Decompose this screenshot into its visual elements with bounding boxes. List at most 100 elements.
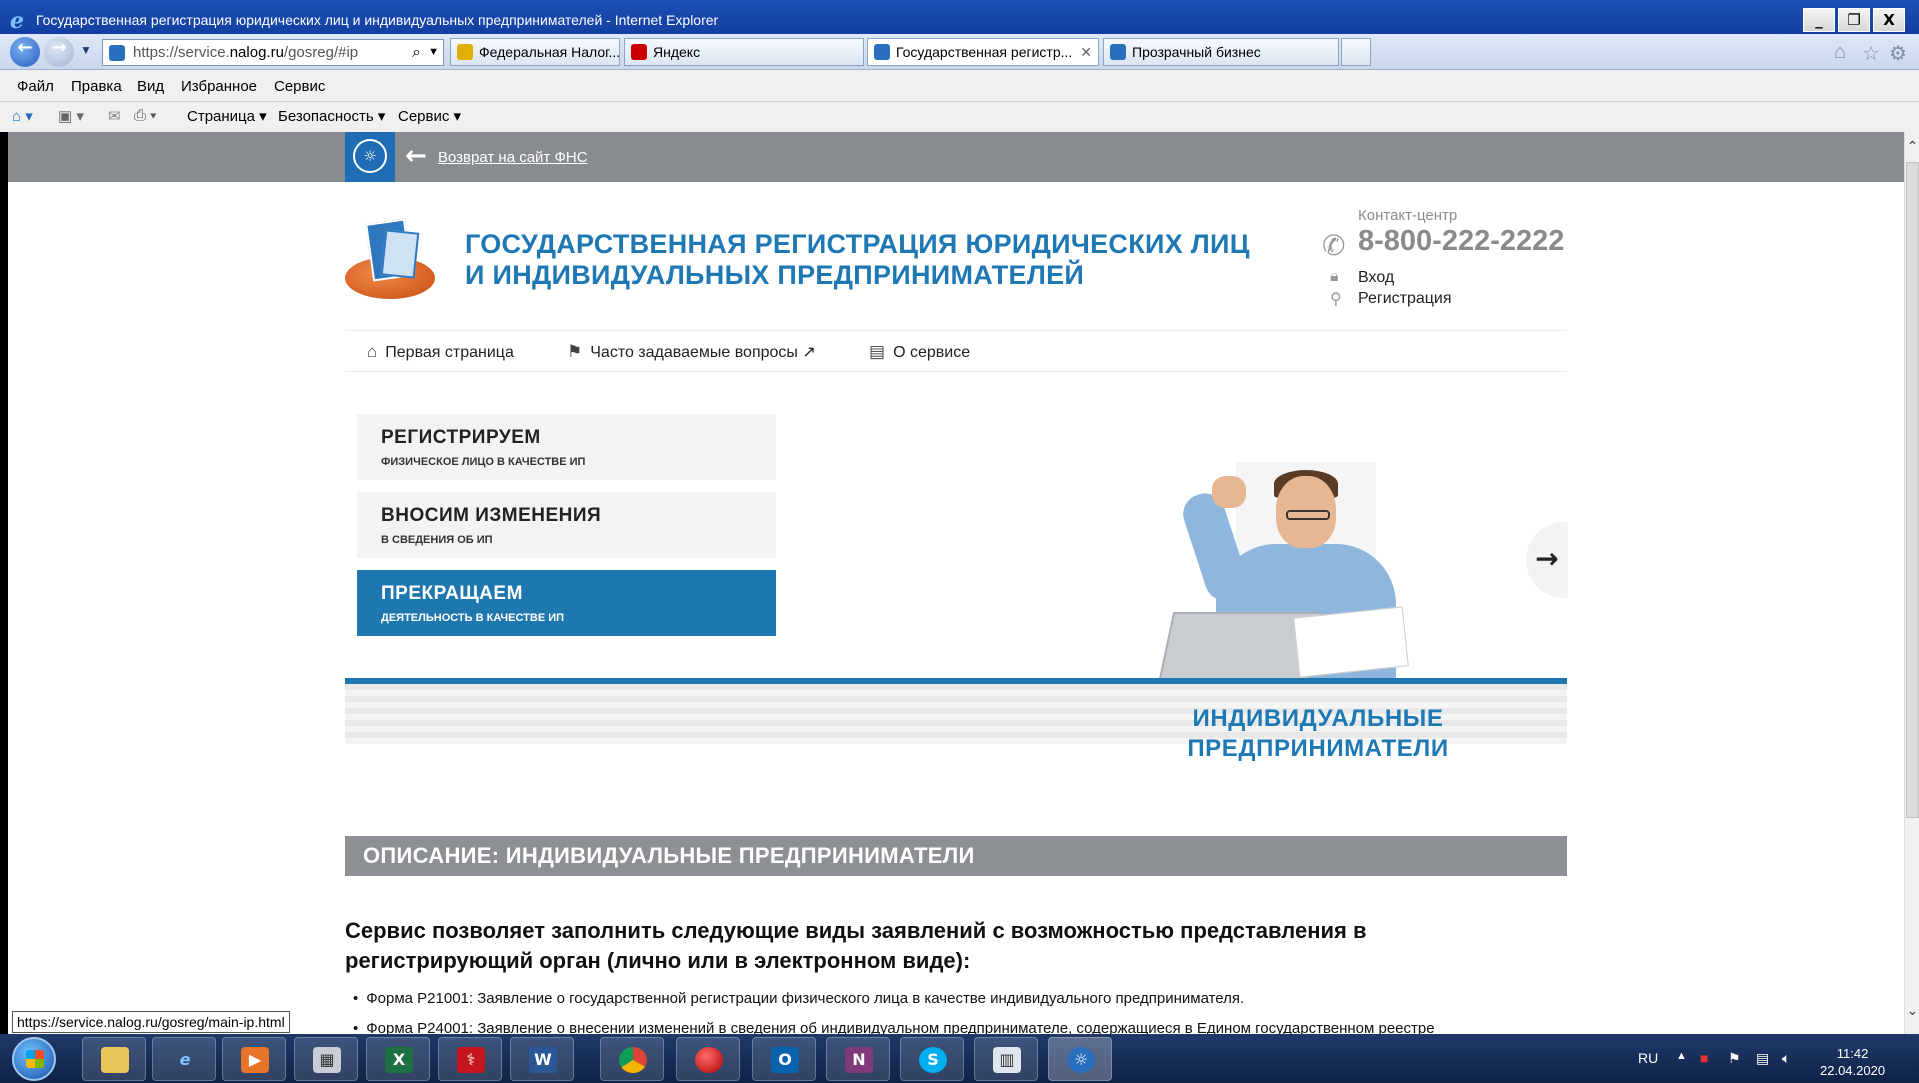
lock-icon: 🔒︎ — [1330, 268, 1339, 285]
section-heading: ОПИСАНИЕ: ИНДИВИДУАЛЬНЫЕ ПРЕДПРИНИМАТЕЛИ — [345, 836, 1567, 876]
ie-icon: e — [179, 1050, 191, 1069]
service-logo[interactable] — [345, 217, 437, 302]
home-icon[interactable]: ⌂ — [1834, 41, 1846, 64]
taskbar-calculator[interactable]: ▦ — [294, 1037, 358, 1081]
taskbar-word[interactable]: W — [510, 1037, 574, 1081]
back-button[interactable]: ← — [10, 37, 40, 67]
fns-back-link[interactable]: Возврат на сайт ФНС — [438, 149, 588, 166]
network-icon[interactable]: ▤ — [1756, 1050, 1769, 1067]
close-button[interactable]: X — [1873, 8, 1905, 32]
taskbar-ie[interactable]: e — [152, 1037, 216, 1081]
address-dropdown-icon[interactable]: ▼ — [428, 40, 439, 65]
new-tab-button[interactable] — [1341, 38, 1371, 66]
acrobat-icon: ⚕ — [457, 1047, 485, 1073]
lock-icon — [457, 44, 473, 60]
tab-fns[interactable]: Федеральная Налог... — [450, 38, 620, 66]
tray-app-icon[interactable]: ■ — [1700, 1050, 1708, 1066]
taskbar-recorder[interactable] — [676, 1037, 740, 1081]
close-tab-icon[interactable]: ✕ — [1080, 39, 1092, 65]
nav-faq[interactable]: ⚑ Часто задаваемые вопросы ↗ — [567, 342, 816, 362]
menu-card-title: ПРЕКРАЩАЕМ — [381, 583, 523, 604]
taskbar-skype[interactable]: S — [900, 1037, 964, 1081]
hero-image — [1158, 462, 1421, 680]
site-title[interactable]: ГОСУДАРСТВЕННАЯ РЕГИСТРАЦИЯ ЮРИДИЧЕСКИХ … — [465, 229, 1250, 291]
scrollbar-thumb[interactable] — [1906, 162, 1919, 818]
arrow-right-icon: → — [1535, 542, 1559, 575]
external-link-icon: ↗ — [802, 344, 816, 361]
taskbar-acrobat[interactable]: ⚕ — [438, 1037, 502, 1081]
tab-label: Государственная регистр... — [896, 44, 1073, 60]
safety-menu[interactable]: Безопасность ▾ — [278, 107, 385, 125]
menu-file[interactable]: Файл — [17, 78, 54, 95]
tray-expand-icon[interactable]: ▲ — [1676, 1050, 1687, 1062]
menu-edit[interactable]: Правка — [71, 78, 122, 95]
volume-icon[interactable]: 🔈︎ — [1782, 1050, 1790, 1067]
media-player-icon: ▶ — [241, 1047, 269, 1073]
taskbar: e ▶ ▦ X ⚕ W O N S ▥ ☼ RU ▲ ■ ⚑ ▤ 🔈︎ 11:4… — [0, 1034, 1919, 1083]
register-link[interactable]: Регистрация — [1358, 290, 1452, 308]
gear-icon[interactable]: ⚙ — [1889, 41, 1907, 66]
scroll-down-icon[interactable]: ⌄ — [1906, 1002, 1919, 1019]
slide-caption-line2: ПРЕДПРИНИМАТЕЛИ — [1187, 735, 1449, 762]
menu-card-changes[interactable]: ВНОСИМ ИЗМЕНЕНИЯ В СВЕДЕНИЯ ОБ ИП — [357, 492, 776, 558]
taskbar-outlook[interactable]: O — [752, 1037, 816, 1081]
slider-next-button[interactable]: → — [1526, 522, 1568, 598]
menu-view[interactable]: Вид — [137, 78, 164, 95]
menu-tools[interactable]: Сервис — [274, 78, 325, 95]
site-title-line2: И ИНДИВИДУАЛЬНЫХ ПРЕДПРИНИМАТЕЛЕЙ — [465, 260, 1085, 290]
action-center-flag-icon[interactable]: ⚑ — [1728, 1050, 1741, 1067]
arrow-left-icon[interactable]: ← — [405, 141, 427, 171]
document-icon: ▤ — [869, 342, 886, 361]
tab-transparent-business[interactable]: Прозрачный бизнес — [1103, 38, 1339, 66]
login-link[interactable]: Вход — [1358, 269, 1394, 287]
tools-menu[interactable]: Сервис ▾ — [398, 107, 461, 125]
status-link-tooltip: https://service.nalog.ru/gosreg/main-ip.… — [12, 1011, 290, 1033]
taskbar-gosreg[interactable]: ☼ — [1048, 1037, 1112, 1081]
vertical-scrollbar[interactable]: ⌃ ⌄ — [1904, 132, 1919, 1034]
signpost-icon: ⚑ — [567, 342, 583, 361]
favorites-star-icon[interactable]: ☆ — [1862, 41, 1880, 66]
taskbar-explorer[interactable] — [82, 1037, 146, 1081]
list-item: • Форма Р24001: Заявление о внесении изме… — [353, 1020, 1435, 1034]
minimize-button[interactable]: _ — [1803, 8, 1835, 32]
taskbar-onenote[interactable]: N — [826, 1037, 890, 1081]
menu-favorites[interactable]: Избранное — [181, 78, 257, 95]
forward-button[interactable]: → — [44, 37, 74, 67]
feeds-icon[interactable]: ▣ ▾ — [58, 107, 84, 125]
page-menu[interactable]: Страница ▾ — [187, 107, 267, 125]
list-item: • Форма Р21001: Заявление о государственн… — [353, 990, 1245, 1007]
calculator-icon: ▦ — [313, 1047, 341, 1073]
address-bar[interactable]: https://service.nalog.ru/gosreg/#ip ⌕ ▼ — [102, 39, 444, 66]
taskbar-media[interactable]: ▶ — [222, 1037, 286, 1081]
taskbar-excel[interactable]: X — [366, 1037, 430, 1081]
logo-document-back — [380, 229, 420, 279]
restore-button[interactable]: ❐ — [1838, 8, 1870, 32]
mail-icon[interactable]: ✉ — [108, 107, 121, 125]
tab-yandex[interactable]: Яндекс — [624, 38, 864, 66]
taskbar-chrome[interactable] — [600, 1037, 664, 1081]
home-icon[interactable]: ⌂ ▾ — [12, 107, 33, 125]
tab-gosreg[interactable]: Государственная регистр... ✕ — [867, 38, 1099, 66]
clock-date: 22.04.2020 — [1820, 1063, 1886, 1078]
taskbar-reader[interactable]: ▥ — [974, 1037, 1038, 1081]
clock[interactable]: 11:42 22.04.2020 — [1820, 1045, 1885, 1079]
record-icon — [695, 1047, 723, 1073]
nav-about[interactable]: ▤ О сервисе — [869, 342, 970, 362]
emblem-icon: ☼ — [353, 139, 387, 173]
fns-emblem[interactable]: ☼ — [345, 132, 395, 182]
search-icon[interactable]: ⌕ — [412, 40, 421, 65]
slide-caption: ИНДИВИДУАЛЬНЫЕ ПРЕДПРИНИМАТЕЛИ — [1078, 704, 1558, 764]
home-icon: ⌂ — [367, 342, 378, 361]
menu-card-terminate[interactable]: ПРЕКРАЩАЕМ ДЕЯТЕЛЬНОСТЬ В КАЧЕСТВЕ ИП — [357, 570, 776, 636]
language-indicator[interactable]: RU — [1638, 1050, 1658, 1066]
print-icon[interactable]: ⎙ ▾ — [134, 107, 156, 124]
scroll-up-icon[interactable]: ⌃ — [1906, 138, 1919, 155]
nav-home-label: Первая страница — [385, 344, 514, 361]
menu-card-register[interactable]: РЕГИСТРИРУЕМ ФИЗИЧЕСКОЕ ЛИЦО В КАЧЕСТВЕ … — [357, 414, 776, 480]
history-dropdown-icon[interactable]: ▼ — [80, 43, 92, 57]
site-favicon-icon — [874, 44, 890, 60]
onenote-icon: N — [845, 1047, 873, 1073]
nav-home[interactable]: ⌂ Первая страница — [367, 342, 514, 362]
start-button[interactable] — [12, 1037, 56, 1081]
nav-about-label: О сервисе — [893, 344, 971, 361]
